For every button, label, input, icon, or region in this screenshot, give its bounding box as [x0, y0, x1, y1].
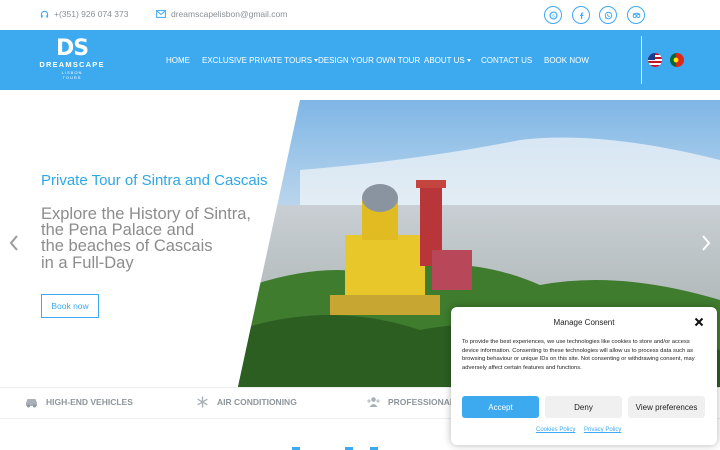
users-icon — [367, 397, 380, 407]
hero-title: Private Tour of Sintra and Cascais — [41, 172, 268, 189]
nav-about-label: ABOUT US — [424, 56, 465, 65]
cookie-consent-dialog: Manage Consent To provide the best exper… — [451, 307, 717, 445]
whatsapp-icon[interactable] — [599, 6, 617, 24]
english-flag-icon[interactable] — [648, 53, 662, 67]
phone-number: +(351) 926 074 373 — [54, 9, 129, 19]
svg-text:S: S — [551, 13, 554, 18]
snowflake-icon — [197, 396, 208, 408]
feature-professional: PROFESSIONAL — [366, 396, 455, 408]
nav-contact-label: CONTACT US — [481, 56, 533, 65]
feature-high-end-vehicles: HIGH-END VEHICLES — [24, 396, 133, 408]
deny-button[interactable]: Deny — [545, 396, 622, 418]
skype-icon[interactable]: S — [544, 6, 562, 24]
email-contact[interactable]: dreamscapelisbon@gmail.com — [156, 9, 287, 19]
phone-contact[interactable]: +(351) 926 074 373 — [40, 9, 128, 19]
nav-exclusive-private-tours[interactable]: EXCLUSIVE PRIVATE TOURS — [202, 56, 319, 65]
feature-label: PROFESSIONAL — [388, 397, 456, 407]
logo-name: DREAMSCAPE — [39, 60, 105, 69]
accept-button[interactable]: Accept — [462, 396, 539, 418]
slider-next-button[interactable] — [699, 236, 711, 250]
logo-mark: DS — [55, 36, 89, 61]
privacy-policy-link[interactable]: Privacy Policy — [584, 427, 621, 433]
hero-line-4: in a Full-Day — [41, 254, 134, 272]
car-icon — [26, 399, 37, 408]
email-address: dreamscapelisbon@gmail.com — [171, 9, 288, 19]
nav-home[interactable]: HOME — [166, 56, 190, 65]
consent-title: Manage Consent — [553, 318, 615, 327]
cookies-policy-link[interactable]: Cookies Policy — [536, 427, 575, 433]
envelope-icon — [156, 10, 166, 18]
site-logo[interactable]: DS DREAMSCAPE LISBON TOURS — [34, 38, 110, 84]
nav-design-label: DESIGN YOUR OWN TOUR — [318, 56, 421, 65]
feature-air-conditioning: AIR CONDITIONING — [195, 396, 297, 408]
hero-line-3: the beaches of Cascais — [41, 237, 213, 255]
partial-content-icons — [292, 447, 378, 450]
headset-icon — [40, 10, 49, 18]
facebook-icon[interactable] — [572, 6, 590, 24]
nav-exclusive-label: EXCLUSIVE PRIVATE TOURS — [202, 56, 313, 65]
feature-label: AIR CONDITIONING — [217, 397, 297, 407]
nav-home-label: HOME — [166, 56, 190, 65]
top-bar: +(351) 926 074 373 dreamscapelisbon@gmai… — [0, 0, 720, 30]
consent-body: To provide the best experiences, we use … — [462, 339, 695, 372]
nav-design-your-own-tour[interactable]: DESIGN YOUR OWN TOUR — [318, 56, 420, 65]
feature-label: HIGH-END VEHICLES — [46, 397, 133, 407]
nav-book-label: BOOK NOW — [544, 56, 589, 65]
logo-sub-tours: TOURS — [62, 75, 82, 80]
hero-book-now-button[interactable]: Book now — [41, 294, 99, 318]
portuguese-flag-icon[interactable] — [670, 53, 684, 67]
header-divider — [641, 36, 642, 84]
chevron-down-icon — [466, 59, 471, 63]
nav-about-us[interactable]: ABOUT US — [424, 56, 471, 65]
close-icon[interactable] — [694, 317, 704, 327]
tripadvisor-icon[interactable] — [627, 6, 645, 24]
nav-book-now[interactable]: BOOK NOW — [544, 56, 589, 65]
slider-prev-button[interactable] — [9, 236, 21, 250]
nav-contact-us[interactable]: CONTACT US — [481, 56, 532, 65]
view-preferences-button[interactable]: View preferences — [628, 396, 705, 418]
